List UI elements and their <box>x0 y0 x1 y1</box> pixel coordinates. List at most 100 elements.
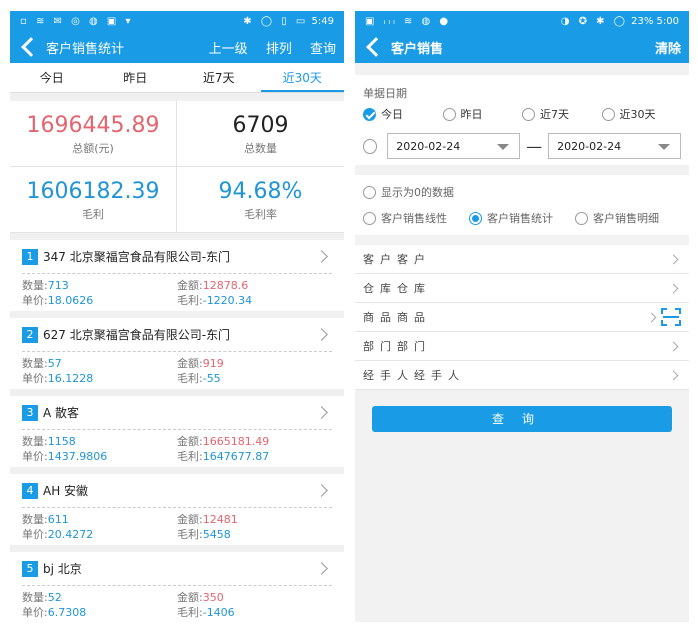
record-customer-name: 627 北京聚福宫食品有限公司-东门 <box>43 328 231 342</box>
filter-handler[interactable]: 经手人经手人 <box>355 361 689 390</box>
record-quantity: 数量:713 <box>22 278 177 293</box>
radio-selected-icon <box>469 211 482 225</box>
filter-product[interactable]: 商品商品 <box>355 303 689 332</box>
submit-query-button[interactable]: 查询 <box>372 406 672 432</box>
field-value: -1406 <box>202 606 235 619</box>
custom-date-row: 2020-02-24 — 2020-02-24 <box>363 127 681 165</box>
field-value: 713 <box>47 279 69 292</box>
field-label: 毛利: <box>177 372 203 385</box>
record-card[interactable]: 2 627 北京聚福宫食品有限公司-东门 数量:57 金额:919 单价:16.1228… <box>10 318 344 389</box>
right-screen: ▣ ᵢₗₗ ≋ ◍ ● ◑ ✪ ✱ ◯ 23% 5:00 客户销售 清除 单据日… <box>355 11 689 622</box>
chevron-right-icon <box>646 312 657 322</box>
field-value: 18.0626 <box>47 294 94 307</box>
query-button[interactable]: 查询 <box>310 42 336 57</box>
chevron-right-icon[interactable] <box>315 250 328 263</box>
back-arrow-icon[interactable] <box>366 37 386 57</box>
back-arrow-icon[interactable] <box>21 37 41 57</box>
date-option-today[interactable]: 今日 <box>363 106 443 122</box>
tab-7days[interactable]: 近7天 <box>177 63 261 92</box>
filter-label: 经手人经手人 <box>363 369 465 382</box>
tab-today[interactable]: 今日 <box>10 63 94 92</box>
radio-icon <box>442 107 456 121</box>
status-bar: ▫ ≋ ✉ ◎ ◍ ▣ ▾ ✱ ◯ ▯ ▭ 5:49 <box>10 11 344 31</box>
filter-label: 仓库仓库 <box>363 282 431 295</box>
record-index-badge: 5 <box>22 560 38 577</box>
option-label: 客户销售线性 <box>381 212 447 225</box>
chevron-right-icon[interactable] <box>315 328 328 341</box>
report-linear-option[interactable]: 客户销售线性 <box>363 210 469 226</box>
filter-department[interactable]: 部门部门 <box>355 332 689 361</box>
field-value: 1665181.49 <box>202 435 270 448</box>
field-label: 单价: <box>22 528 48 541</box>
chevron-right-icon[interactable] <box>315 484 328 497</box>
sort-button[interactable]: 排列 <box>266 42 292 57</box>
field-label: 毛利: <box>177 294 203 307</box>
field-value: 1158 <box>47 435 76 448</box>
filter-warehouse[interactable]: 仓库仓库 <box>355 274 689 303</box>
record-card[interactable]: 4 AH 安徽 数量:611 金额:12481 单价:20.4272 毛利:5458 <box>10 474 344 545</box>
chevron-right-icon[interactable] <box>315 562 328 575</box>
field-label: 单价: <box>22 372 48 385</box>
field-value: -1220.34 <box>202 294 253 307</box>
header-actions: 上一级 排列 查询 <box>195 38 336 57</box>
field-label: 金额: <box>177 357 203 370</box>
start-date-select[interactable]: 2020-02-24 <box>387 133 521 159</box>
record-header: 1 347 北京聚福宫食品有限公司-东门 <box>22 240 332 274</box>
date-option-7days[interactable]: 近7天 <box>522 106 602 122</box>
report-detail-option[interactable]: 客户销售明细 <box>575 210 681 226</box>
record-card[interactable]: 3A 散客 数量:1158 金额:1665181.49 单价:1437.9806 毛利:… <box>10 396 344 467</box>
summary-label: 毛利率 <box>244 208 277 221</box>
field-value: 16.1228 <box>47 372 94 385</box>
show-zero-option[interactable]: 显示为0的数据 <box>363 179 681 205</box>
date-option-yesterday[interactable]: 昨日 <box>442 106 523 122</box>
tab-yesterday[interactable]: 昨日 <box>94 63 178 92</box>
record-amount: 金额:1665181.49 <box>177 434 332 449</box>
date-option-30days[interactable]: 近30天 <box>601 106 682 122</box>
custom-date-radio[interactable] <box>363 138 378 154</box>
summary-profit-rate: 94.68% 毛利率 <box>177 167 344 233</box>
tab-30days[interactable]: 近30天 <box>260 63 344 92</box>
record-card[interactable]: 1 347 北京聚福宫食品有限公司-东门数量:713 金额:12878.6 单价:18… <box>10 240 344 311</box>
status-time: 5:00 <box>656 15 679 27</box>
end-date-select[interactable]: 2020-02-24 <box>548 133 681 159</box>
field-value: 12481 <box>202 513 238 526</box>
status-icons-left: ▣ ᵢₗₗ ≋ ◍ ● <box>365 15 452 27</box>
status-time: 5:49 <box>311 15 334 27</box>
summary-total-amount: 1696445.89 总额(元) <box>10 101 177 167</box>
summary-value: 6709 <box>232 113 289 138</box>
field-label: 金额: <box>177 591 203 604</box>
option-label: 近7天 <box>540 108 569 121</box>
page-title: 客户销售 <box>391 41 444 57</box>
record-details: 数量:57 金额:919 单价:16.1228 毛利:-55 <box>22 352 332 386</box>
clear-button[interactable]: 清除 <box>655 42 681 57</box>
chevron-right-icon[interactable] <box>315 406 328 419</box>
show-zero-label: 显示为0的数据 <box>381 186 454 199</box>
summary-label: 总数量 <box>244 142 277 155</box>
field-value: 1437.9806 <box>47 450 108 463</box>
summary-value: 94.68% <box>218 179 303 204</box>
up-level-button[interactable]: 上一级 <box>209 42 248 57</box>
filter-customer[interactable]: 客户客户 <box>355 245 689 274</box>
chevron-right-icon <box>668 283 679 293</box>
field-label: 单价: <box>22 294 48 307</box>
record-details: 数量:1158 金额:1665181.49 单价:1437.9806 毛利:16476… <box>22 430 332 464</box>
date-label: 单据日期 <box>363 87 407 100</box>
summary-value: 1696445.89 <box>26 113 160 138</box>
report-stats-option[interactable]: 客户销售统计 <box>469 210 575 226</box>
option-label: 客户销售统计 <box>487 212 553 225</box>
record-index-badge: 3 <box>22 404 38 421</box>
period-tabs: 今日 昨日 近7天 近30天 <box>10 63 344 93</box>
header-actions: 清除 <box>641 38 681 57</box>
record-list: 1 347 北京聚福宫食品有限公司-东门 数量:713 金额:12878.6 单价:18… <box>10 240 344 622</box>
radio-icon <box>363 185 376 199</box>
chevron-right-icon <box>668 341 679 351</box>
record-card[interactable]: 5 bj 北京 数量:52 金额:350 单价:6.7308 毛利:-1406 <box>10 552 344 622</box>
record-index-badge: 1 <box>22 248 38 265</box>
field-label: 数量: <box>22 591 48 604</box>
record-amount: 金额:12481 <box>177 512 332 527</box>
record-amount: 金额:919 <box>177 356 332 371</box>
record-amount: 金额:12878.6 <box>177 278 332 293</box>
radio-icon <box>575 211 588 225</box>
scan-icon[interactable] <box>661 308 681 326</box>
record-details: 数量:611 金额:12481 单价:20.4272 毛利:5458 <box>22 508 332 542</box>
